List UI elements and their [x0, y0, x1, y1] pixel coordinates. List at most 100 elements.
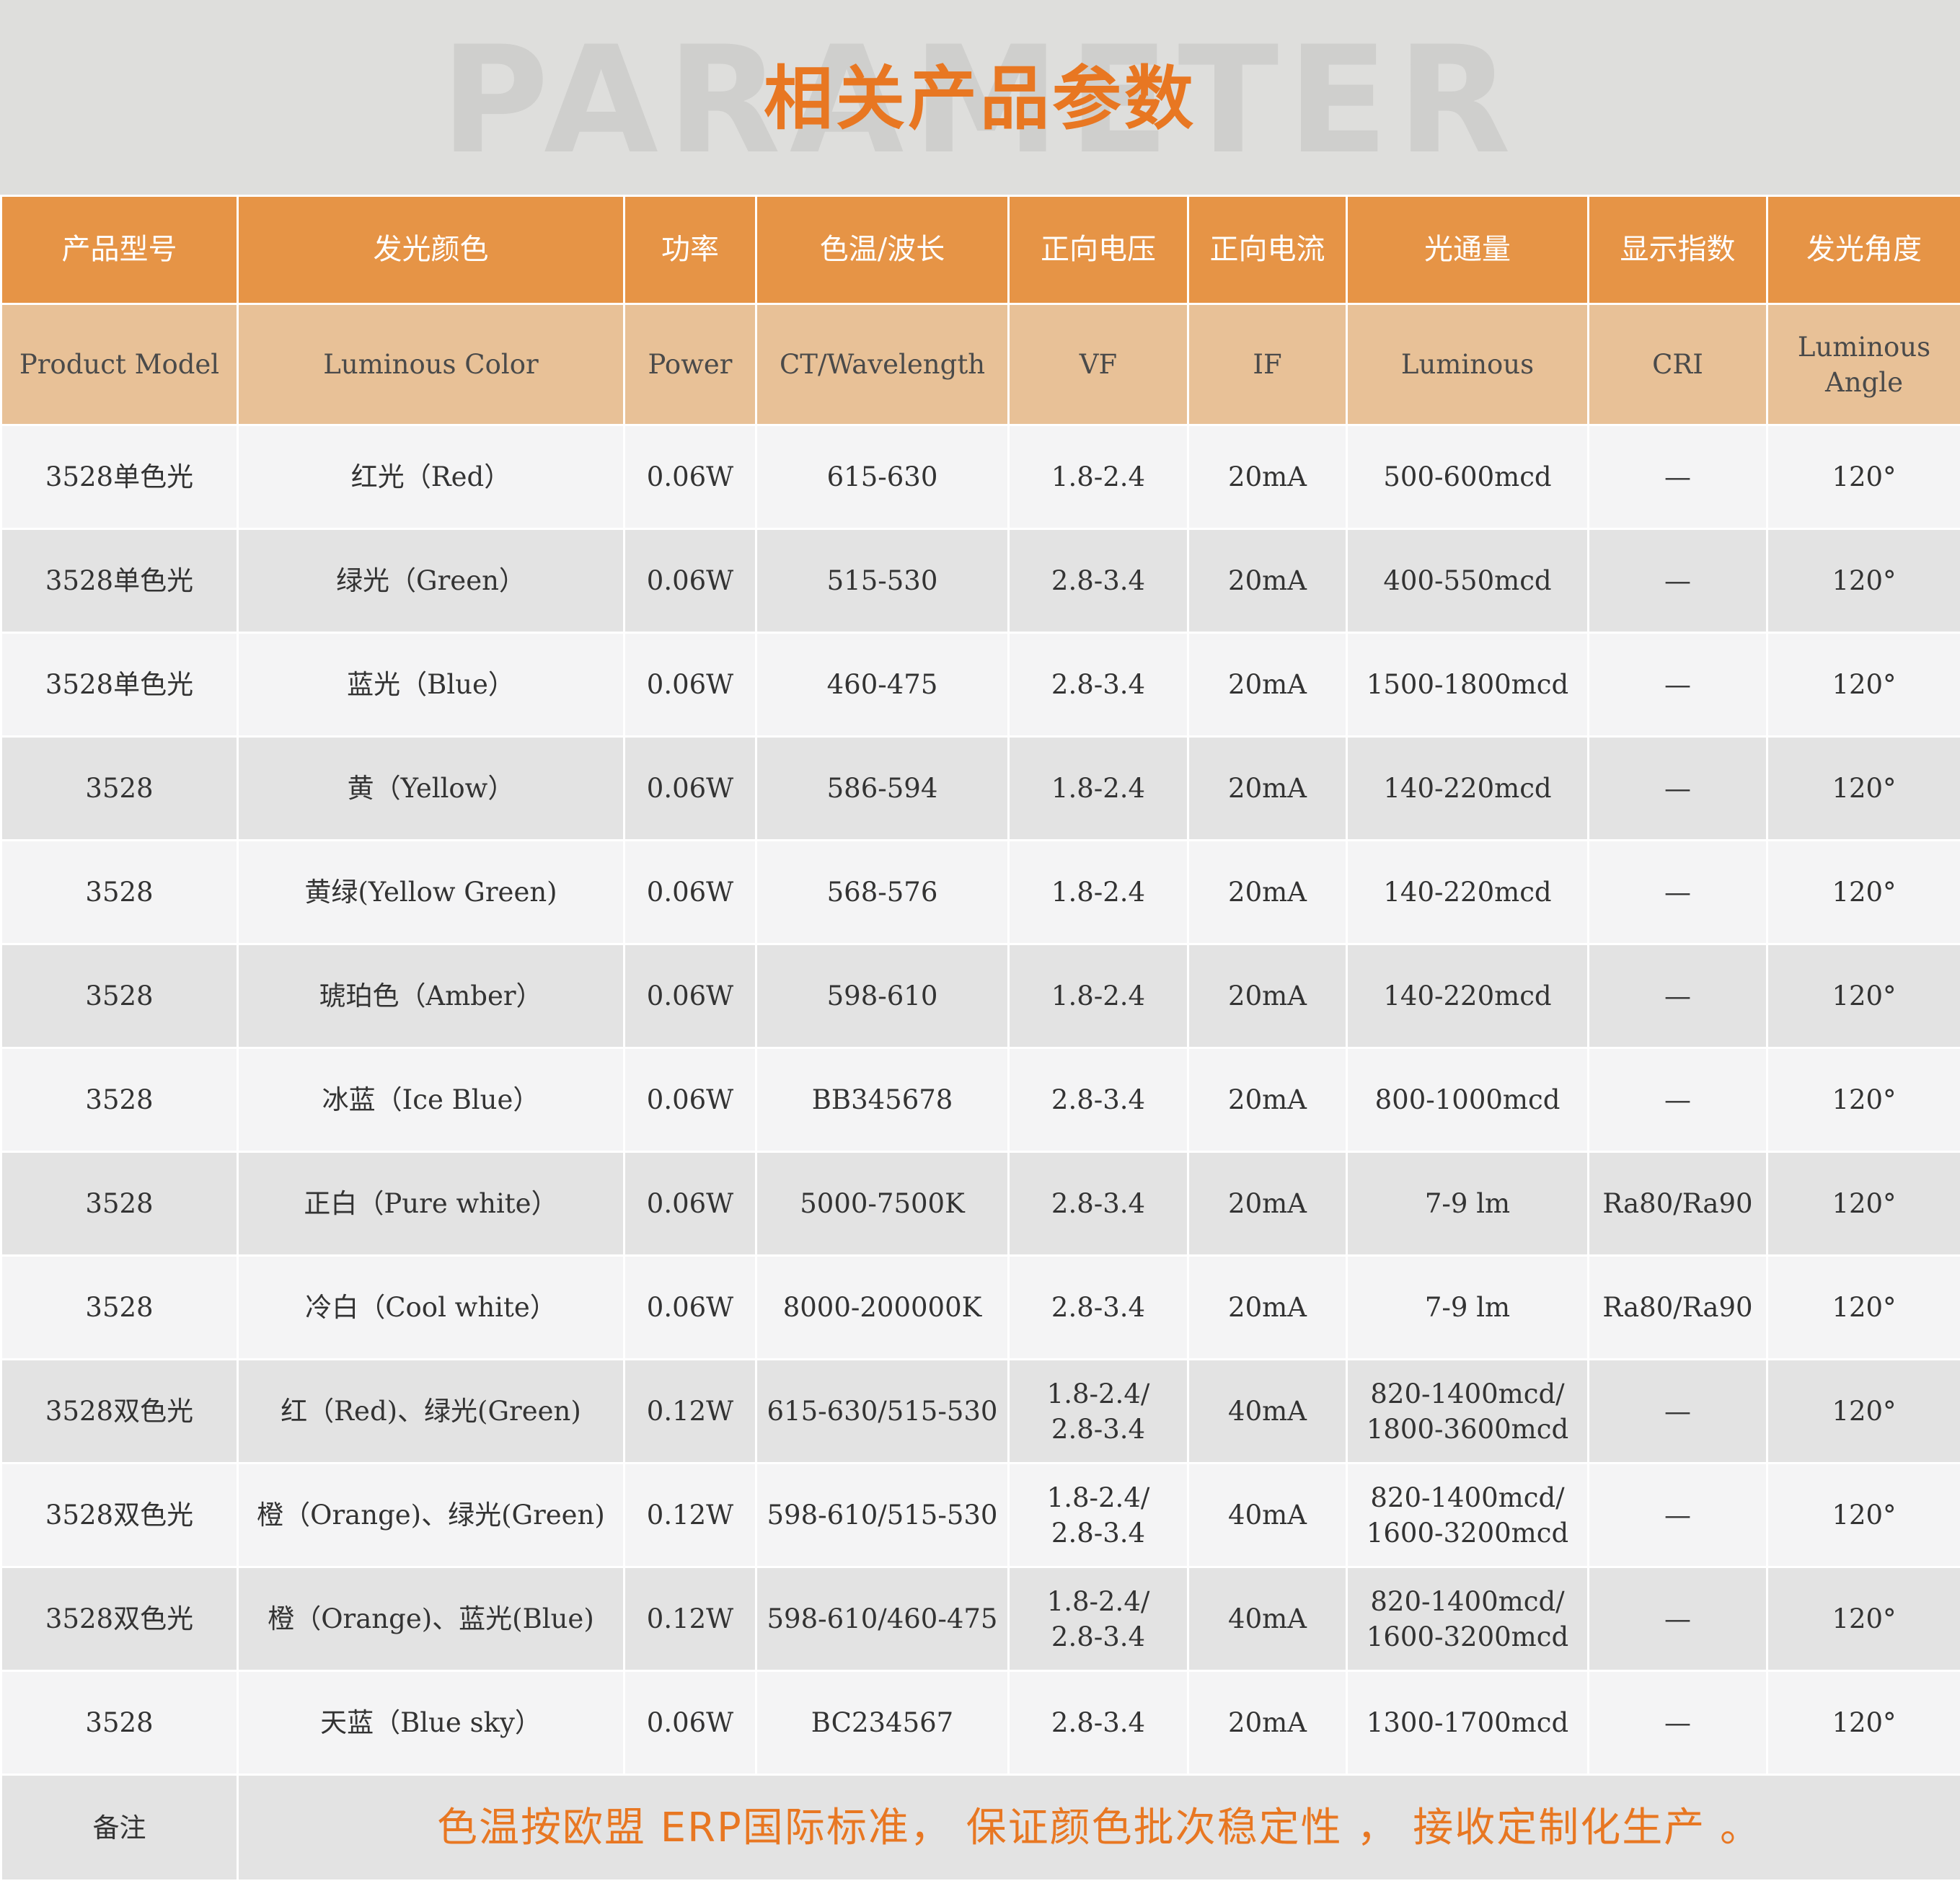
table-cell: 120°: [1766, 735, 1960, 841]
table-cell: 20mA: [1187, 1151, 1348, 1257]
table-cell: 0.06W: [623, 1254, 757, 1360]
table-cell: 40mA: [1187, 1566, 1348, 1672]
table-row: 3528 天蓝（Blue sky） 0.06W BC234567 2.8-3.4 20mA…: [0, 1670, 1960, 1776]
note-text: 色温按欧盟 ERP国际标准， 保证颜色批次稳定性 ， 接收定制化生产 。: [237, 1774, 1960, 1882]
table-cell: 120°: [1766, 1047, 1960, 1153]
table-cell: 515-530: [755, 528, 1010, 634]
table-cell: 460-475: [755, 632, 1010, 738]
table-row: 3528 冰蓝（Ice Blue） 0.06W BB345678 2.8-3.4 20mA…: [0, 1047, 1960, 1153]
table-cell: 2.8-3.4: [1007, 632, 1189, 738]
table-row: 3528 琥珀色（Amber） 0.06W 598-610 1.8-2.4 20mA 140…: [0, 943, 1960, 1049]
table-cell: —: [1587, 943, 1768, 1049]
table-cell: 3528双色光: [0, 1566, 239, 1672]
table-cell: 1.8-2.4/2.8-3.4: [1007, 1462, 1189, 1568]
column-header-en: Luminous: [1346, 303, 1589, 426]
cell-line: Luminous: [1797, 331, 1931, 363]
table-row: 3528双色光 橙（Orange)、蓝光(Blue) 0.12W 598-610/46…: [0, 1566, 1960, 1672]
table-cell: 2.8-3.4: [1007, 1151, 1189, 1257]
column-header-en: Power: [623, 303, 757, 426]
column-header-en: Product Model: [0, 303, 239, 426]
column-header-cn: 产品型号: [0, 195, 239, 305]
table-cell: 天蓝（Blue sky）: [237, 1670, 625, 1776]
table-cell: 20mA: [1187, 839, 1348, 945]
table-cell: 120°: [1766, 1566, 1960, 1672]
table-cell: 红光（Red）: [237, 424, 625, 530]
column-header-cn: 光通量: [1346, 195, 1589, 305]
table-cell: 120°: [1766, 943, 1960, 1049]
table-cell: 3528: [0, 1254, 239, 1360]
column-header-cn: 正向电压: [1007, 195, 1189, 305]
table-cell: BC234567: [755, 1670, 1010, 1776]
table-cell: 5000-7500K: [755, 1151, 1010, 1257]
cell-line: 1600-3200mcd: [1366, 1621, 1569, 1652]
table-cell: 0.06W: [623, 632, 757, 738]
table-row: 3528双色光 橙（Orange)、绿光(Green) 0.12W 598-610/5…: [0, 1462, 1960, 1568]
table-body: 产品型号 发光颜色 功率 色温/波长 正向电压 正向电流 光通量 显示指数 发光角度 Produ…: [0, 195, 1960, 1882]
table-cell: 140-220mcd: [1346, 943, 1589, 1049]
table-cell: 3528: [0, 943, 239, 1049]
parameter-table: 产品型号 发光颜色 功率 色温/波长 正向电压 正向电流 光通量 显示指数 发光角度 Produ…: [0, 195, 1960, 1882]
table-cell: 20mA: [1187, 943, 1348, 1049]
table-cell: 20mA: [1187, 632, 1348, 738]
table-cell: 400-550mcd: [1346, 528, 1589, 634]
cell-line: 2.8-3.4: [1051, 1517, 1146, 1549]
table-cell: 0.12W: [623, 1566, 757, 1672]
table-cell: 1.8-2.4: [1007, 839, 1189, 945]
table-cell: 7-9 lm: [1346, 1151, 1589, 1257]
table-cell: 120°: [1766, 632, 1960, 738]
table-cell: 红（Red)、绿光(Green): [237, 1358, 625, 1464]
table-cell: 120°: [1766, 1254, 1960, 1360]
table-cell: 615-630: [755, 424, 1010, 530]
table-cell: 0.12W: [623, 1462, 757, 1568]
cell-line: 1600-3200mcd: [1366, 1517, 1569, 1549]
table-cell: 20mA: [1187, 1047, 1348, 1153]
table-cell: 橙（Orange)、绿光(Green): [237, 1462, 625, 1568]
column-header-cn: 显示指数: [1587, 195, 1768, 305]
table-cell: 正白（Pure white）: [237, 1151, 625, 1257]
column-header-en: IF: [1187, 303, 1348, 426]
table-cell: 8000-200000K: [755, 1254, 1010, 1360]
table-cell: 0.12W: [623, 1358, 757, 1464]
note-label: 备注: [0, 1774, 239, 1882]
table-cell: 冰蓝（Ice Blue）: [237, 1047, 625, 1153]
cell-line: 1.8-2.4/: [1046, 1482, 1150, 1513]
table-cell: 0.06W: [623, 528, 757, 634]
table-cell: —: [1587, 424, 1768, 530]
cell-line: 820-1400mcd/: [1370, 1482, 1565, 1513]
table-row: 3528 黄（Yellow） 0.06W 586-594 1.8-2.4 20mA 140-…: [0, 735, 1960, 841]
table-cell: 598-610: [755, 943, 1010, 1049]
table-cell: 500-600mcd: [1346, 424, 1589, 530]
table-cell: 0.06W: [623, 1151, 757, 1257]
table-cell: 20mA: [1187, 528, 1348, 634]
header-row-en: Product Model Luminous Color Power CT/Wavel…: [0, 303, 1960, 426]
table-cell: 3528单色光: [0, 528, 239, 634]
column-header-en: CRI: [1587, 303, 1768, 426]
table-cell: 820-1400mcd/1600-3200mcd: [1346, 1462, 1589, 1568]
column-header-cn: 色温/波长: [755, 195, 1010, 305]
column-header-en: CT/Wavelength: [755, 303, 1010, 426]
cell-line: 820-1400mcd/: [1370, 1378, 1565, 1409]
table-cell: 2.8-3.4: [1007, 1047, 1189, 1153]
table-cell: 1.8-2.4/2.8-3.4: [1007, 1358, 1189, 1464]
table-cell: 1500-1800mcd: [1346, 632, 1589, 738]
table-cell: 3528: [0, 735, 239, 841]
table-row: 3528 黄绿(Yellow Green) 0.06W 568-576 1.8-2.4 2…: [0, 839, 1960, 945]
table-cell: 0.06W: [623, 943, 757, 1049]
cell-line: 2.8-3.4: [1051, 1621, 1146, 1652]
table-cell: 黄（Yellow）: [237, 735, 625, 841]
table-cell: 1.8-2.4/2.8-3.4: [1007, 1566, 1189, 1672]
table-row: 3528 正白（Pure white） 0.06W 5000-7500K 2.8-3.4…: [0, 1151, 1960, 1257]
column-header-cn: 功率: [623, 195, 757, 305]
table-cell: 40mA: [1187, 1462, 1348, 1568]
table-cell: —: [1587, 1670, 1768, 1776]
table-cell: BB345678: [755, 1047, 1010, 1153]
table-cell: 120°: [1766, 1670, 1960, 1776]
table-cell: 3528: [0, 839, 239, 945]
column-header-en: Luminous Angle: [1766, 303, 1960, 426]
table-cell: 0.06W: [623, 735, 757, 841]
table-cell: 120°: [1766, 1151, 1960, 1257]
table-cell: 0.06W: [623, 1670, 757, 1776]
table-cell: —: [1587, 528, 1768, 634]
cell-line: Angle: [1825, 366, 1903, 398]
table-cell: 800-1000mcd: [1346, 1047, 1589, 1153]
